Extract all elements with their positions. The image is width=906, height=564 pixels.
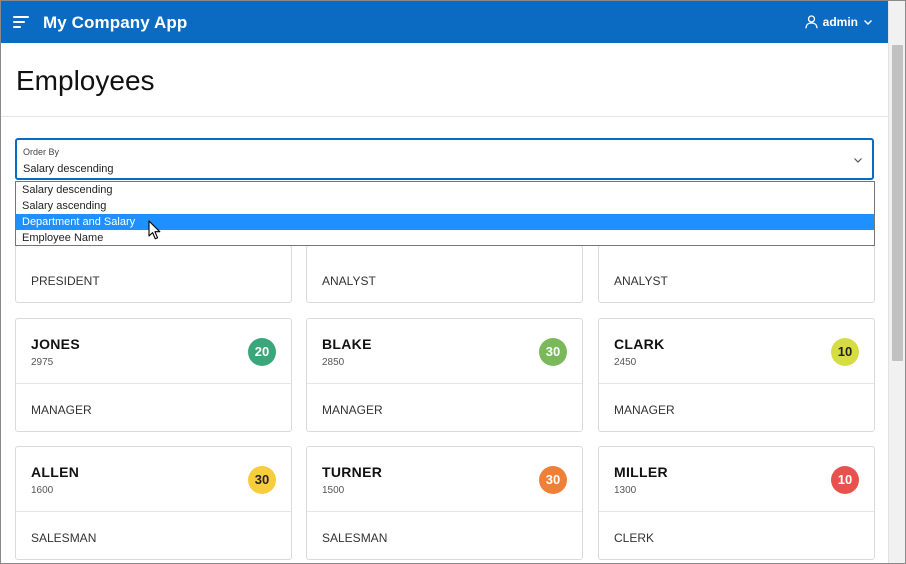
card-name: MILLER [614, 464, 668, 480]
card-job: ANALYST [614, 274, 668, 288]
card-header: TURNER 1500 30 [307, 447, 582, 512]
card-salary: 2975 [31, 357, 54, 368]
card-job: PRESIDENT [31, 274, 100, 288]
user-menu-button[interactable]: admin [805, 13, 873, 31]
card-name: ALLEN [31, 464, 80, 480]
card-job: ANALYST [322, 274, 376, 288]
card-salary: 1300 [614, 485, 637, 496]
user-name: admin [822, 15, 858, 29]
card-name: JONES [31, 336, 80, 352]
department-badge: 30 [539, 466, 567, 494]
card-job: MANAGER [614, 403, 675, 417]
card-salary: 1500 [322, 485, 345, 496]
order-by-label: Order By [23, 147, 60, 157]
app-window: My Company App admin Employees PRESIDENT… [0, 0, 906, 564]
employee-card[interactable]: JONES 2975 20 MANAGER [15, 318, 292, 432]
card-job: MANAGER [31, 403, 92, 417]
employee-card[interactable]: PRESIDENT [15, 245, 292, 303]
department-badge: 30 [539, 338, 567, 366]
order-by-value: Salary descending [23, 163, 114, 175]
vertical-scrollbar[interactable] [888, 1, 905, 563]
card-salary: 2450 [614, 357, 637, 368]
card-header: MILLER 1300 10 [599, 447, 874, 512]
chevron-down-icon [854, 158, 862, 163]
card-job: SALESMAN [31, 531, 97, 545]
chevron-down-icon [864, 20, 872, 25]
employee-card[interactable]: BLAKE 2850 30 MANAGER [306, 318, 583, 432]
card-job: SALESMAN [322, 531, 388, 545]
employee-card[interactable]: CLARK 2450 10 MANAGER [598, 318, 875, 432]
page-title-bar: Employees [1, 43, 889, 117]
card-job: CLERK [614, 531, 655, 545]
department-badge: 30 [248, 466, 276, 494]
card-header: ALLEN 1600 30 [16, 447, 291, 512]
employee-card[interactable]: TURNER 1500 30 SALESMAN [306, 446, 583, 560]
card-header: BLAKE 2850 30 [307, 319, 582, 384]
user-icon [805, 15, 818, 29]
order-by-dropdown: Salary descending Salary ascending Depar… [15, 181, 875, 246]
dropdown-option[interactable]: Department and Salary [16, 214, 874, 230]
scrollbar-thumb[interactable] [892, 45, 903, 361]
dropdown-option[interactable]: Salary descending [16, 182, 874, 198]
card-header: JONES 2975 20 [16, 319, 291, 384]
card-name: TURNER [322, 464, 383, 480]
department-badge: 10 [831, 338, 859, 366]
dropdown-option[interactable]: Employee Name [16, 230, 874, 246]
card-salary: 1600 [31, 485, 54, 496]
card-name: BLAKE [322, 336, 372, 352]
employee-card[interactable]: ANALYST [598, 245, 875, 303]
card-salary: 2850 [322, 357, 345, 368]
app-header: My Company App admin [1, 1, 889, 43]
mouse-cursor-icon [148, 220, 161, 240]
page-title: Employees [16, 65, 155, 96]
department-badge: 10 [831, 466, 859, 494]
employee-card[interactable]: MILLER 1300 10 CLERK [598, 446, 875, 560]
hamburger-icon[interactable] [13, 13, 31, 31]
card-job: MANAGER [322, 403, 383, 417]
card-header: CLARK 2450 10 [599, 319, 874, 384]
employee-card[interactable]: ANALYST [306, 245, 583, 303]
dropdown-option[interactable]: Salary ascending [16, 198, 874, 214]
app-title[interactable]: My Company App [43, 13, 187, 33]
order-by-select[interactable]: Order By Salary descending [15, 138, 874, 180]
card-name: CLARK [614, 336, 665, 352]
department-badge: 20 [248, 338, 276, 366]
employee-card[interactable]: ALLEN 1600 30 SALESMAN [15, 446, 292, 560]
